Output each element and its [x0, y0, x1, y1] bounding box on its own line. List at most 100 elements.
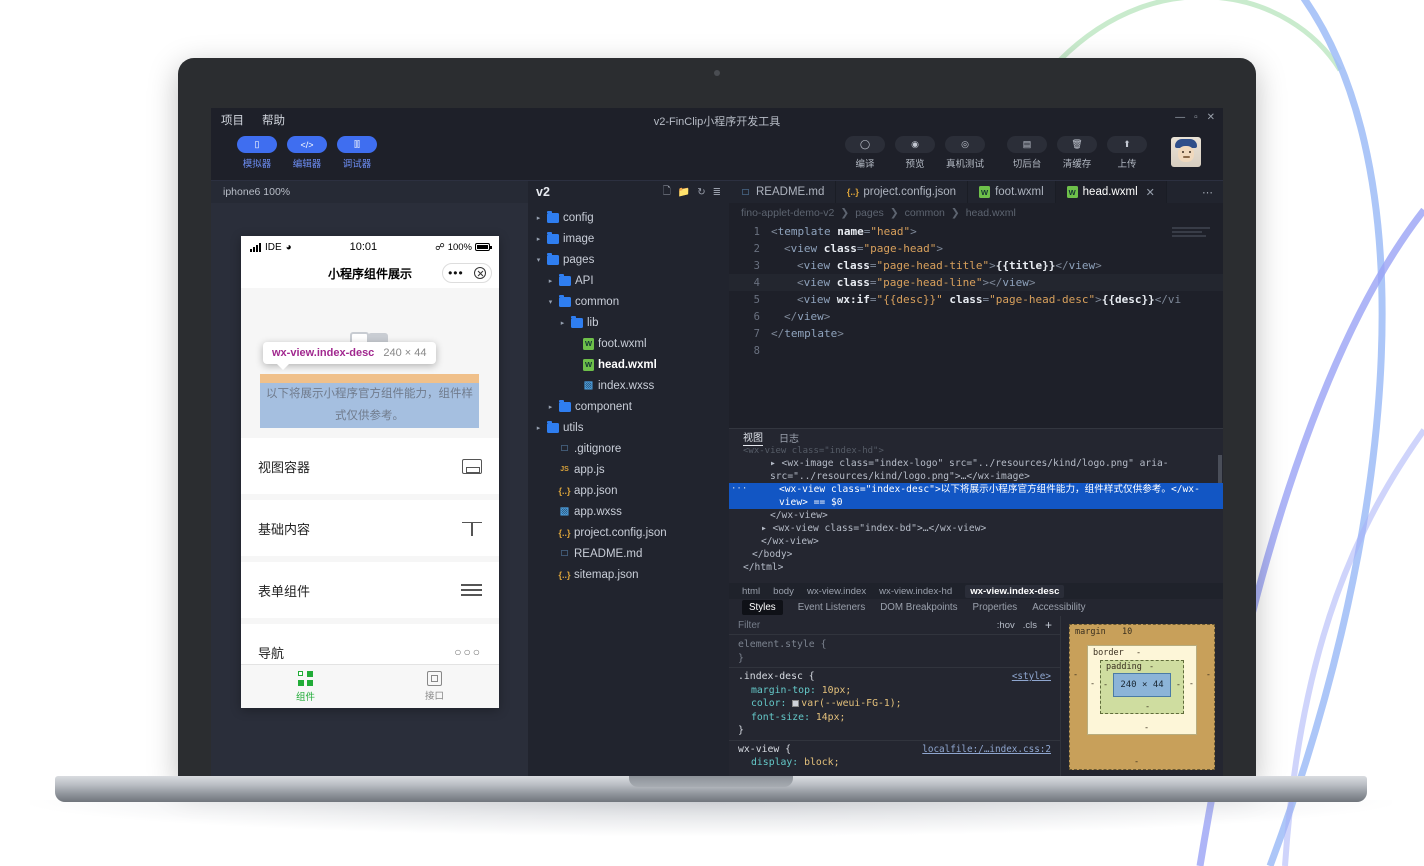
chevron-right-icon[interactable]: ▸	[558, 319, 567, 327]
box-padding[interactable]: padding - - - - 240 × 44	[1100, 660, 1184, 714]
cls-button[interactable]: .cls	[1023, 620, 1037, 631]
list-item[interactable]: 视图容器	[241, 438, 499, 494]
more-icon[interactable]: •••	[448, 270, 464, 276]
chevron-down-icon[interactable]: ▾	[546, 298, 555, 306]
devtools-tab[interactable]: 日志	[779, 430, 799, 445]
devtools-tab[interactable]: 视图	[743, 429, 763, 447]
css-rule[interactable]: .index-desc {<style>margin-top: 10px;col…	[729, 670, 1060, 741]
more-tabs-icon[interactable]: ⋯	[1193, 181, 1223, 203]
devtools-tab-bar[interactable]: 视图 日志	[729, 429, 1223, 446]
css-rule[interactable]: element.style {}	[729, 638, 1060, 668]
dom-node[interactable]: ▸ <wx-image class="index-logo" src="../r…	[729, 457, 1223, 483]
breadcrumb-item[interactable]: fino-applet-demo-v2	[741, 207, 834, 219]
css-declaration[interactable]: color: var(--weui-FG-1);	[738, 697, 1051, 711]
editor-tab[interactable]: Whead.wxml✕	[1056, 181, 1167, 203]
css-declaration[interactable]: display: block;	[738, 756, 1051, 770]
dom-breadcrumb-item[interactable]: html	[742, 586, 760, 597]
breadcrumb-item[interactable]: common	[905, 207, 945, 219]
styles-tab[interactable]: Accessibility	[1032, 602, 1085, 613]
tree-item[interactable]: ▧app.wxss	[528, 501, 729, 522]
dom-node[interactable]: </html>	[729, 561, 1223, 574]
dom-node[interactable]: ▸ <wx-view class="index-bd">…</wx-view>	[729, 522, 1223, 535]
capsule-buttons[interactable]: •••	[442, 263, 492, 283]
explorer-toolbar[interactable]: 🗋 📁 ↻ ≣	[663, 184, 721, 201]
tree-item[interactable]: ▸lib	[528, 312, 729, 333]
device-selector[interactable]: iphone6 100%	[211, 181, 528, 203]
minimap[interactable]	[1172, 227, 1216, 249]
css-rules-list[interactable]: element.style {}.index-desc {<style>marg…	[729, 635, 1060, 780]
css-source-link[interactable]: localfile:/…index.css:2	[922, 743, 1051, 757]
hov-button[interactable]: :hov	[997, 620, 1015, 631]
close-icon[interactable]: ✕	[1207, 112, 1215, 123]
box-border[interactable]: border - - - - padding - -	[1087, 645, 1197, 735]
chevron-right-icon[interactable]: ▸	[534, 424, 543, 432]
minimize-icon[interactable]: —	[1175, 112, 1185, 123]
toolbar-button-compile[interactable]: ◯ 编译	[845, 136, 885, 170]
dom-node[interactable]: </wx-view>	[729, 535, 1223, 548]
toolbar-button-editor[interactable]: </> 编辑器	[287, 136, 327, 170]
code-editor[interactable]: 1<template name="head">2<view class="pag…	[729, 223, 1223, 428]
tree-item[interactable]: Wfoot.wxml	[528, 333, 729, 354]
color-swatch[interactable]	[792, 700, 799, 707]
window-controls[interactable]: — ▫ ✕	[1175, 112, 1215, 123]
toolbar-button-simulator[interactable]: ▯ 模拟器	[237, 136, 277, 170]
css-declaration[interactable]: margin-top: 10px;	[738, 684, 1051, 698]
collapse-icon[interactable]: ≣	[713, 187, 721, 198]
css-selector[interactable]: .index-desc {<style>	[738, 670, 1051, 684]
styles-tab-bar[interactable]: StylesEvent ListenersDOM BreakpointsProp…	[729, 599, 1223, 616]
editor-tab-bar[interactable]: □README.md{..}project.config.jsonWfoot.w…	[729, 181, 1223, 203]
tree-item[interactable]: {..}sitemap.json	[528, 564, 729, 585]
filter-input[interactable]: Filter	[729, 620, 997, 631]
tree-item[interactable]: Whead.wxml	[528, 354, 729, 375]
dom-tree[interactable]: <wx-view class="index-hd">▸ <wx-image cl…	[729, 446, 1223, 583]
chevron-down-icon[interactable]: ▾	[534, 256, 543, 264]
editor-tab[interactable]: {..}project.config.json	[836, 181, 968, 203]
dom-breadcrumb-item[interactable]: wx-view.index	[807, 586, 866, 597]
tree-item[interactable]: ▾pages	[528, 249, 729, 270]
toolbar-button-device-test[interactable]: ◎ 真机测试	[945, 136, 985, 170]
tree-item[interactable]: {..}project.config.json	[528, 522, 729, 543]
tree-item[interactable]: ▾common	[528, 291, 729, 312]
dom-node[interactable]: <wx-view class="index-desc">以下将展示小程序官方组件…	[729, 483, 1223, 509]
box-content-size[interactable]: 240 × 44	[1113, 673, 1171, 697]
tree-item[interactable]: {..}app.json	[528, 480, 729, 501]
dom-breadcrumb-item[interactable]: wx-view.index-desc	[965, 585, 1064, 598]
dom-node[interactable]: </body>	[729, 548, 1223, 561]
list-item[interactable]: 表单组件	[241, 562, 499, 618]
chevron-right-icon[interactable]: ▸	[534, 214, 543, 222]
maximize-icon[interactable]: ▫	[1194, 112, 1198, 123]
tree-item[interactable]: ▸config	[528, 207, 729, 228]
chevron-right-icon[interactable]: ▸	[546, 403, 555, 411]
tree-item[interactable]: □README.md	[528, 543, 729, 564]
breadcrumb-item[interactable]: pages	[855, 207, 884, 219]
list-item[interactable]: 导航 ○○○	[241, 624, 499, 664]
tree-item[interactable]: ▸component	[528, 396, 729, 417]
user-avatar[interactable]	[1171, 137, 1201, 167]
styles-tab[interactable]: Event Listeners	[798, 602, 866, 613]
css-declaration[interactable]: font-size: 14px;	[738, 711, 1051, 725]
chevron-right-icon[interactable]: ▸	[546, 277, 555, 285]
tree-item[interactable]: ▸image	[528, 228, 729, 249]
toolbar-button-background[interactable]: ▤ 切后台	[1007, 136, 1047, 170]
css-source-link[interactable]: <style>	[1012, 670, 1051, 684]
styles-tab[interactable]: Properties	[973, 602, 1018, 613]
close-tab-icon[interactable]: ✕	[1146, 186, 1155, 199]
tab-components[interactable]: 组件	[241, 665, 370, 708]
tree-item[interactable]: ▸utils	[528, 417, 729, 438]
toolbar-button-preview[interactable]: ◉ 预览	[895, 136, 935, 170]
box-margin[interactable]: margin 10 - - - border - - -	[1069, 624, 1215, 770]
close-capsule-icon[interactable]	[474, 267, 486, 279]
new-file-icon[interactable]: 🗋	[663, 184, 671, 201]
css-selector[interactable]: wx-view {localfile:/…index.css:2	[738, 743, 1051, 757]
breadcrumb-item[interactable]: head.wxml	[966, 207, 1016, 219]
css-rule[interactable]: wx-view {localfile:/…index.css:2display:…	[729, 743, 1060, 770]
file-tree[interactable]: ▸config▸image▾pages▸API▾common▸libWfoot.…	[528, 203, 729, 780]
tree-item[interactable]: ▸API	[528, 270, 729, 291]
dom-node[interactable]: </wx-view>	[729, 509, 1223, 522]
editor-tab[interactable]: □README.md	[729, 181, 836, 203]
toolbar-button-clear-cache[interactable]: 🗑 清缓存	[1057, 136, 1097, 170]
dom-breadcrumb-item[interactable]: body	[773, 586, 794, 597]
new-folder-icon[interactable]: 📁	[678, 187, 690, 198]
editor-tab[interactable]: Wfoot.wxml	[968, 181, 1056, 203]
filter-buttons[interactable]: :hov .cls +	[997, 618, 1060, 632]
